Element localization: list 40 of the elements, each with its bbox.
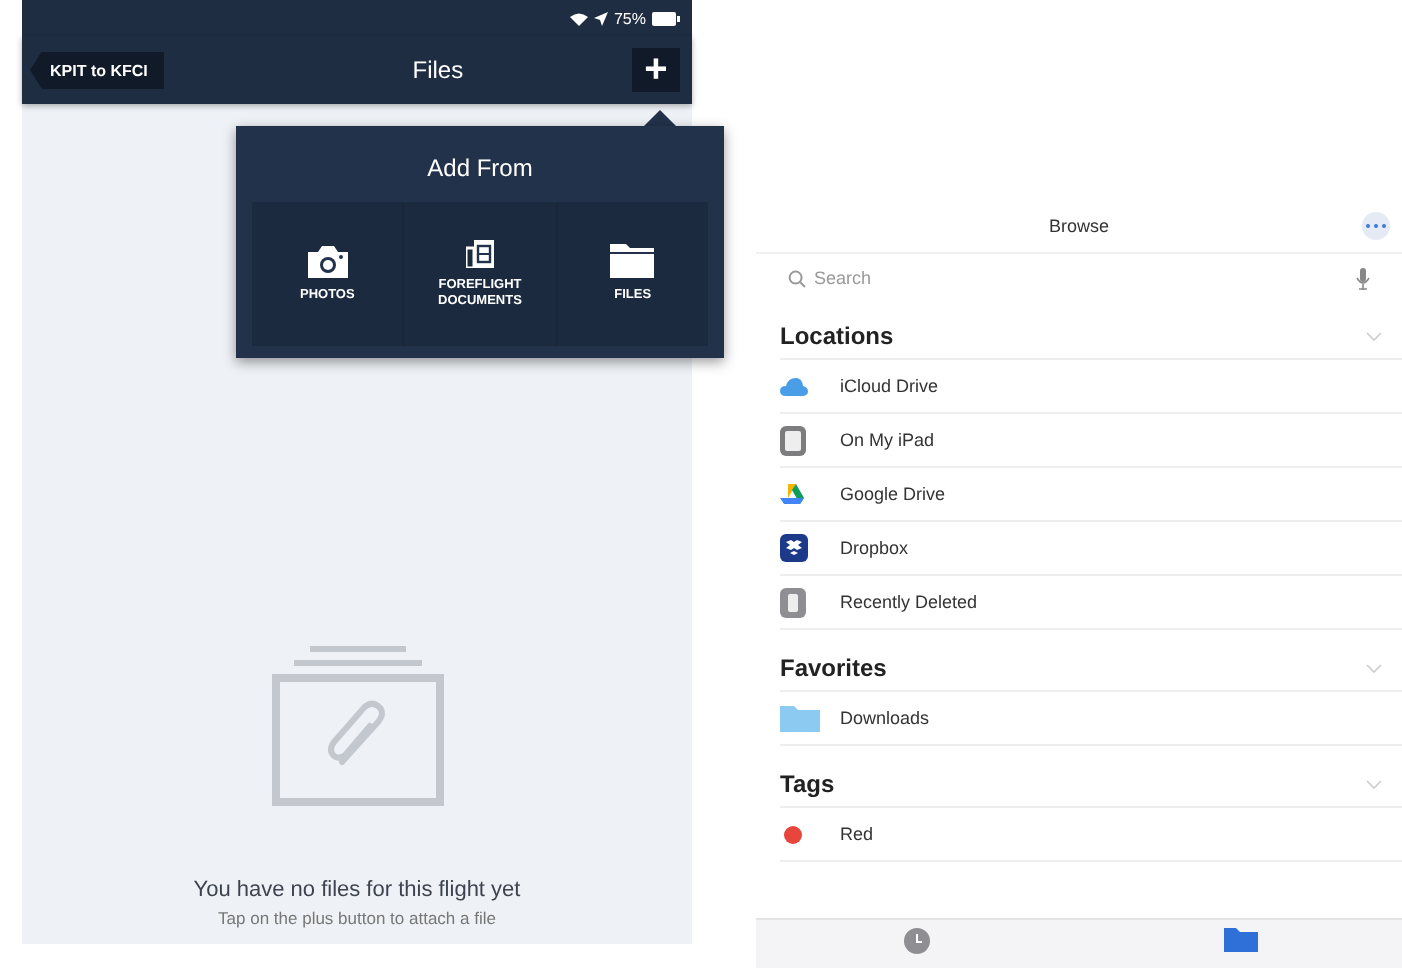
microphone-icon: [1356, 267, 1370, 289]
location-row[interactable]: iCloud Drive: [780, 360, 1402, 414]
section-title: Tags: [780, 770, 835, 798]
battery-percent: 75%: [613, 9, 646, 27]
chevron-down-icon[interactable]: [1366, 779, 1382, 789]
empty-state-hint: Tap on the plus button to attach a file: [218, 908, 496, 928]
location-row[interactable]: Google Drive: [780, 468, 1402, 522]
triangle-logo-icon: [780, 484, 804, 504]
section-title: Locations: [780, 322, 894, 350]
location-row[interactable]: On My iPad: [780, 414, 1402, 468]
back-button[interactable]: KPIT to KFCI: [30, 51, 164, 89]
wifi-icon: [569, 11, 588, 25]
cloud-icon: [780, 377, 808, 395]
attachment-folder-icon: [269, 646, 445, 806]
add-button[interactable]: +: [631, 48, 680, 92]
browse-title: Browse: [1048, 216, 1109, 236]
location-row[interactable]: Downloads: [780, 692, 1402, 746]
box-logo-icon: [780, 534, 808, 562]
trash-icon: [780, 587, 806, 617]
location-row[interactable]: Dropbox: [780, 522, 1402, 576]
folder-icon: [780, 705, 820, 731]
documents-icon: [465, 239, 494, 268]
camera-icon: [307, 245, 348, 278]
screen-title: Files: [412, 56, 464, 84]
chevron-down-icon[interactable]: [1366, 663, 1382, 673]
tablet-icon: [780, 425, 806, 455]
search-field[interactable]: Search: [814, 268, 1348, 288]
battery-icon: [652, 11, 680, 25]
popover-title: Add From: [425, 152, 535, 186]
folder-icon: [610, 244, 655, 279]
more-button[interactable]: [1362, 212, 1390, 240]
location-row[interactable]: Recently Deleted: [780, 576, 1402, 630]
section-title: Favorites: [780, 654, 887, 682]
location-row[interactable]: Red: [780, 808, 1402, 862]
empty-state-title: You have no files for this flight yet: [193, 878, 521, 902]
chevron-down-icon[interactable]: [1366, 331, 1382, 341]
search-icon: [788, 269, 806, 287]
folder-icon: [1223, 928, 1258, 952]
clock-icon: [904, 928, 931, 954]
location-arrow-icon: [593, 11, 608, 25]
